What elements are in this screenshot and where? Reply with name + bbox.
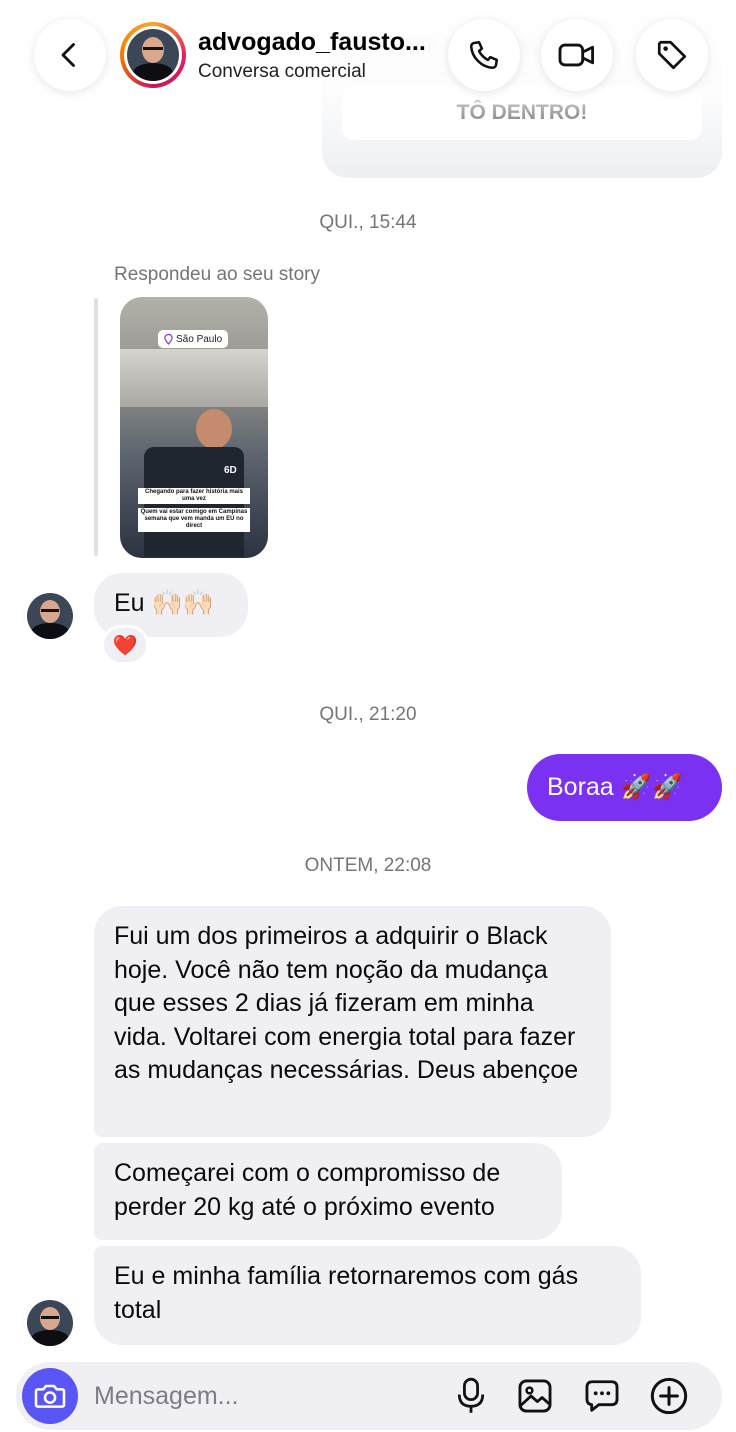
camera-icon (34, 1384, 66, 1408)
timestamp-yesterday-2208: ONTEM, 22:08 (304, 855, 432, 876)
chat-sticker-button[interactable] (581, 1375, 623, 1417)
to-dentro-button[interactable]: TÔ DENTRO! (342, 86, 702, 140)
contact-avatar (120, 22, 186, 88)
incoming-message-2[interactable]: Começarei com o compromisso de perder 20… (94, 1143, 562, 1240)
add-button[interactable] (648, 1375, 690, 1417)
message-input[interactable]: Mensagem... (94, 1382, 239, 1411)
back-icon (61, 43, 75, 67)
story-caption-1: Chegando para fazer história mais uma ve… (138, 488, 250, 505)
story-location-text: São Paulo (176, 333, 223, 345)
plus-circle-icon (650, 1377, 688, 1415)
timestamp-thu-2120: QUI., 21:20 (319, 704, 417, 725)
video-icon (558, 43, 594, 67)
contact-header[interactable]: advogado_fausto... Conversa comercial (120, 20, 450, 90)
story-caption-2: Quem vai estar comigo em Campinas semana… (138, 508, 250, 532)
contact-subtitle: Conversa comercial (198, 60, 366, 82)
voice-message-button[interactable] (450, 1375, 492, 1417)
story-overhead-bin (120, 349, 268, 407)
contact-name: advogado_fausto... (198, 27, 426, 56)
incoming-message-3[interactable]: Eu e minha família retornaremos com gás … (94, 1246, 641, 1345)
gallery-button[interactable] (514, 1375, 556, 1417)
phone-icon (469, 40, 499, 70)
sent-message-bubble[interactable]: Boraa 🚀🚀 (527, 754, 722, 821)
sender-avatar-2[interactable] (27, 1300, 73, 1346)
location-pin-icon (164, 333, 173, 345)
call-button[interactable] (448, 19, 520, 91)
tag-icon (657, 40, 687, 70)
timestamp-thu-1544: QUI., 15:44 (319, 212, 417, 233)
microphone-icon (457, 1377, 485, 1413)
incoming-message-1[interactable]: Fui um dos primeiros a adquirir o Black … (94, 906, 611, 1137)
story-location-sticker: São Paulo (158, 330, 229, 348)
story-reply-label: Respondeu ao seu story (114, 264, 320, 285)
sticker-chat-icon (585, 1380, 619, 1412)
tag-button[interactable] (636, 19, 708, 91)
image-icon (518, 1379, 552, 1413)
sender-avatar[interactable] (27, 593, 73, 639)
reply-quote-bar (94, 298, 98, 556)
back-button[interactable] (34, 19, 106, 91)
heart-reaction[interactable]: ❤️ (101, 625, 149, 665)
camera-button[interactable] (22, 1368, 78, 1424)
message-composer[interactable]: Mensagem... (16, 1362, 722, 1430)
story-seat-label: 6D (224, 465, 237, 476)
story-thumbnail[interactable]: São Paulo 6D Chegando para fazer históri… (120, 297, 268, 558)
story-person (196, 409, 232, 449)
video-call-button[interactable] (541, 19, 613, 91)
